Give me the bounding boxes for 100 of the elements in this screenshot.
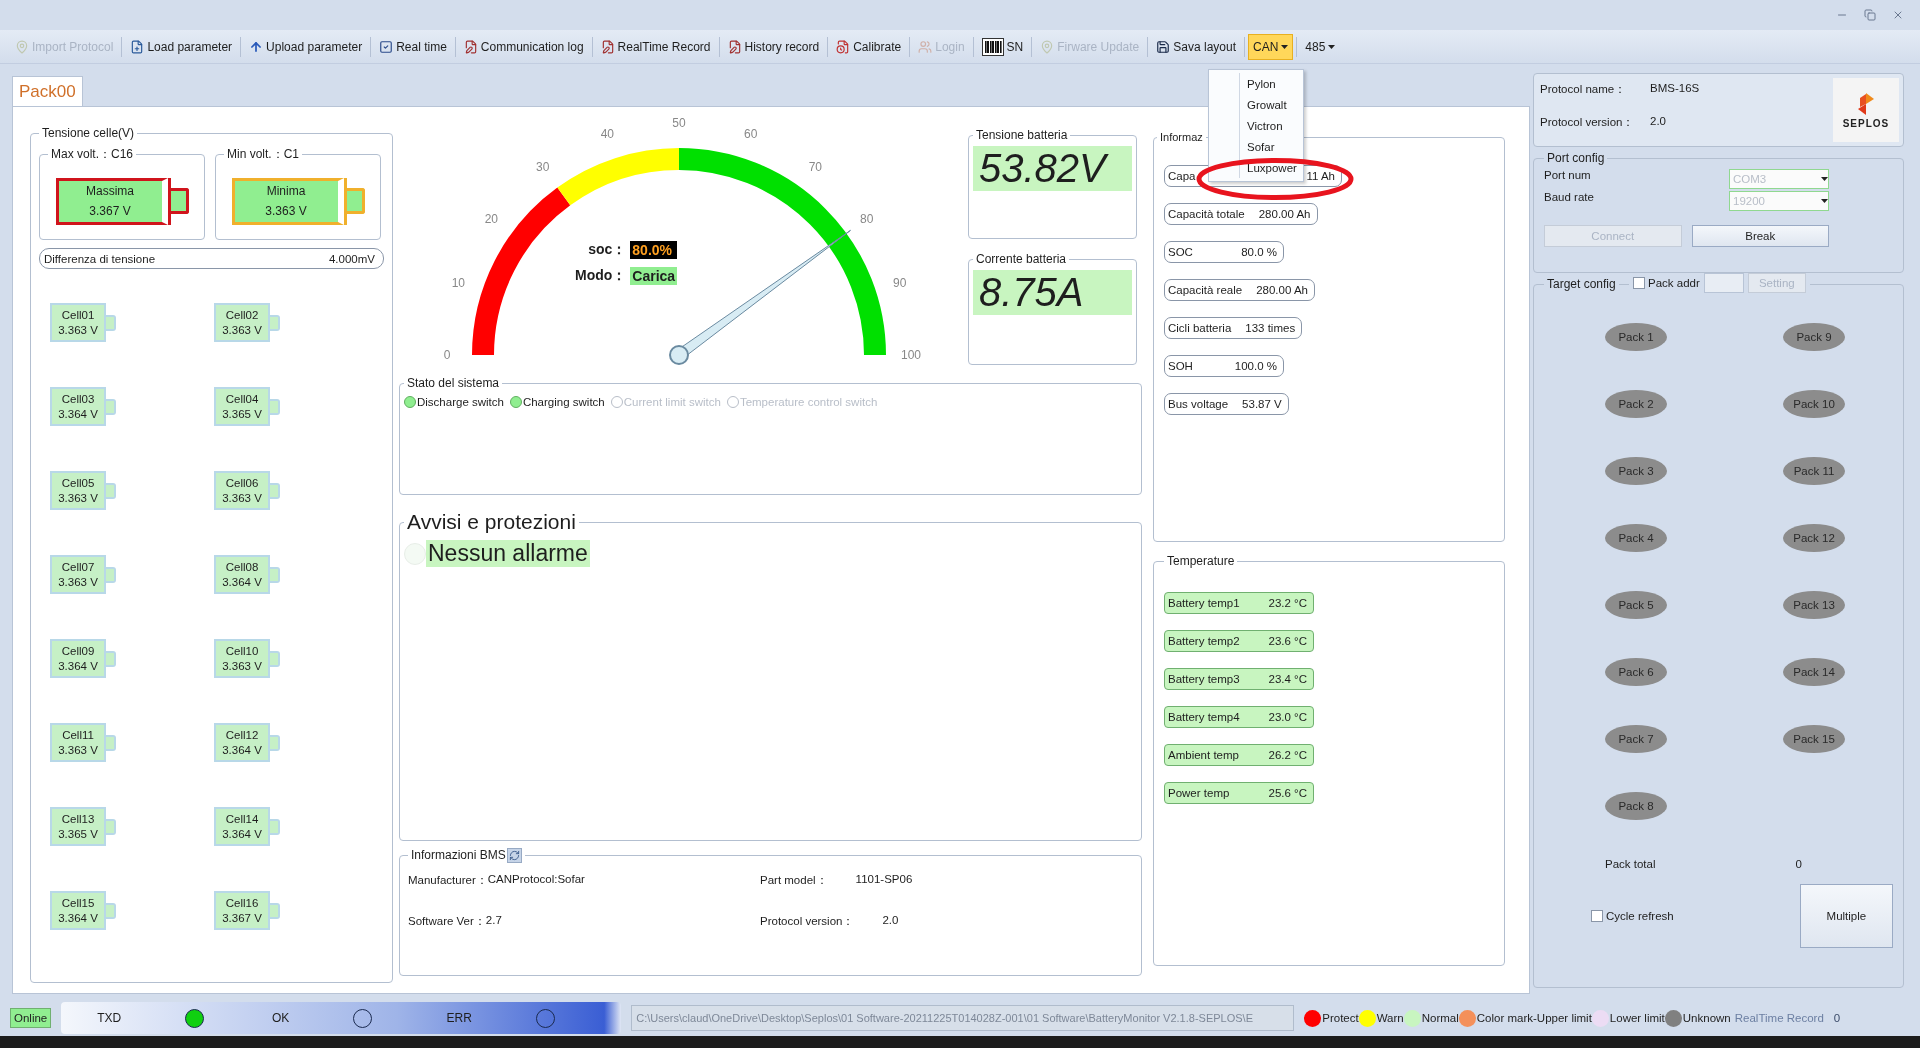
legend-label: Normal (1421, 1012, 1459, 1024)
field-label: Port num (1544, 169, 1592, 183)
cell-voltage: 3.364 V (58, 658, 98, 674)
cell-voltage: 3.365 V (58, 826, 98, 842)
pack-total-label: Pack total (1605, 858, 1656, 870)
tick-label: 10 (451, 276, 466, 291)
signal-label: ERR (446, 1011, 472, 1025)
field-label: Protocol name： (1540, 82, 1628, 97)
switch-label: Discharge switch (417, 396, 504, 408)
cell-name: Cell16 (225, 895, 259, 911)
field-label: Capa (1168, 170, 1196, 182)
difference-label: Differenza di tensione (44, 252, 156, 265)
cell-name: Cell06 (225, 475, 259, 491)
tick-label: 40 (600, 127, 614, 142)
signal-label: OK (271, 1011, 290, 1025)
pack-total-value: 0 (1795, 858, 1802, 870)
field-label: Battery temp1 (1168, 597, 1240, 609)
legend-label: Lower limit (1609, 1012, 1665, 1024)
field-label: Protocol version： (1540, 115, 1636, 130)
file-path-field: C:\Users\claud\OneDrive\Desktop\Seplos\01 Software-20211225T014028Z-001\01 Software\BatteryMonitor V2.1.8-SEPLOS\E (631, 1005, 1295, 1031)
cell-name: Cell05 (61, 475, 95, 491)
field-value: 80.0 % (1241, 246, 1277, 258)
cell-name: Cell07 (61, 559, 95, 575)
field-label: Cicli batteria (1168, 322, 1232, 334)
logo-text: SEPLOS (1842, 117, 1890, 129)
group-title: Avvisi e protezioni (406, 510, 577, 534)
tick-label: 50 (672, 117, 686, 130)
field-label: Baud rate (1544, 191, 1595, 205)
field-label: Power temp (1168, 787, 1230, 799)
record-label: RealTime Record (1734, 1012, 1824, 1024)
group-title: Stato del sistema (406, 376, 501, 390)
signal-label: TXD (97, 1011, 122, 1025)
switch-label: Temperature control switch (739, 396, 878, 408)
tick-label: 30 (535, 160, 550, 175)
tick-label: 70 (808, 160, 823, 175)
battery-value: 3.367 V (89, 204, 131, 219)
record-count: 0 (1833, 1012, 1841, 1024)
group-title: Target config (1546, 277, 1617, 291)
group-title: Informazioni BMS (411, 848, 506, 862)
cell-name: Cell15 (61, 895, 95, 911)
field-value: 1101-SP06 (855, 873, 913, 888)
tick-label: 20 (484, 211, 498, 226)
cell-name: Cell02 (225, 307, 259, 323)
field-value: 11 Ah (1306, 170, 1335, 182)
group-title: Tensione celle(V) (41, 126, 136, 140)
field-value: 23.6 °C (1268, 635, 1307, 647)
field-value: BMS-16S (1650, 82, 1700, 96)
battery-value: 3.363 V (265, 204, 307, 219)
group-title: Min volt.：C1 (226, 146, 301, 163)
soc-label: soc： (587, 241, 627, 259)
cell-voltage: 3.363 V (222, 322, 262, 338)
cell-voltage: 3.363 V (58, 322, 98, 338)
cell-name: Cell12 (225, 727, 259, 743)
field-value: 2.0 (1650, 115, 1667, 129)
field-label: Protocol version： (760, 914, 855, 930)
cell-name: Cell10 (225, 643, 259, 659)
group-title: Max volt.：C16 (50, 146, 135, 163)
tick-label: 60 (744, 127, 758, 142)
field-value: 23.2 °C (1268, 597, 1307, 609)
field-value: 280.00 Ah (1256, 284, 1308, 296)
group-title: Corrente batteria (975, 252, 1068, 266)
cell-voltage: 3.363 V (58, 742, 98, 758)
field-label: Capacità reale (1168, 284, 1243, 296)
field-label: Capacità totale (1168, 208, 1245, 220)
cell-voltage: 3.364 V (58, 910, 98, 926)
cell-voltage: 3.364 V (222, 826, 262, 842)
cell-voltage: 3.363 V (222, 490, 262, 506)
cell-name: Cell13 (61, 811, 95, 827)
cell-voltage: 3.363 V (58, 490, 98, 506)
difference-value: 4.000mV (328, 252, 375, 265)
field-label: Ambient temp (1168, 749, 1239, 761)
connection-status: Online (10, 1008, 52, 1028)
battery-label: Minima (266, 183, 306, 198)
field-label: Bus voltage (1168, 398, 1229, 410)
cell-name: Cell09 (61, 643, 95, 659)
field-label: Software Ver： (408, 914, 486, 930)
switch-label: Charging switch (522, 396, 605, 408)
tick-label: 0 (443, 348, 451, 362)
battery-label: Massima (86, 183, 134, 198)
legend-label: Color mark-Upper limit (1476, 1012, 1592, 1024)
alarm-message: Nessun allarme (426, 540, 590, 567)
cell-voltage: 3.367 V (222, 910, 262, 926)
field-label: Manufacturer： (408, 873, 488, 889)
cell-voltage: 3.363 V (222, 658, 262, 674)
cell-name: Cell11 (62, 727, 94, 743)
cell-name: Cell01 (61, 307, 95, 323)
mode-value: Carica (630, 267, 678, 285)
field-value: 2.0 (882, 914, 899, 929)
legend-label: Protect (1322, 1012, 1359, 1024)
readout-value: 53.82V (973, 146, 1132, 191)
tick-label: 80 (860, 211, 874, 226)
cell-name: Cell14 (225, 811, 259, 827)
cell-voltage: 3.364 V (222, 742, 262, 758)
field-value: 23.0 °C (1268, 711, 1307, 723)
group-title: Temperature (1166, 554, 1236, 568)
group-title: Tensione batteria (975, 128, 1069, 142)
legend-label: Unknown (1682, 1012, 1731, 1024)
field-value: 2.7 (485, 914, 502, 929)
tick-label: 100 (901, 348, 921, 362)
field-value: 25.6 °C (1268, 787, 1307, 799)
